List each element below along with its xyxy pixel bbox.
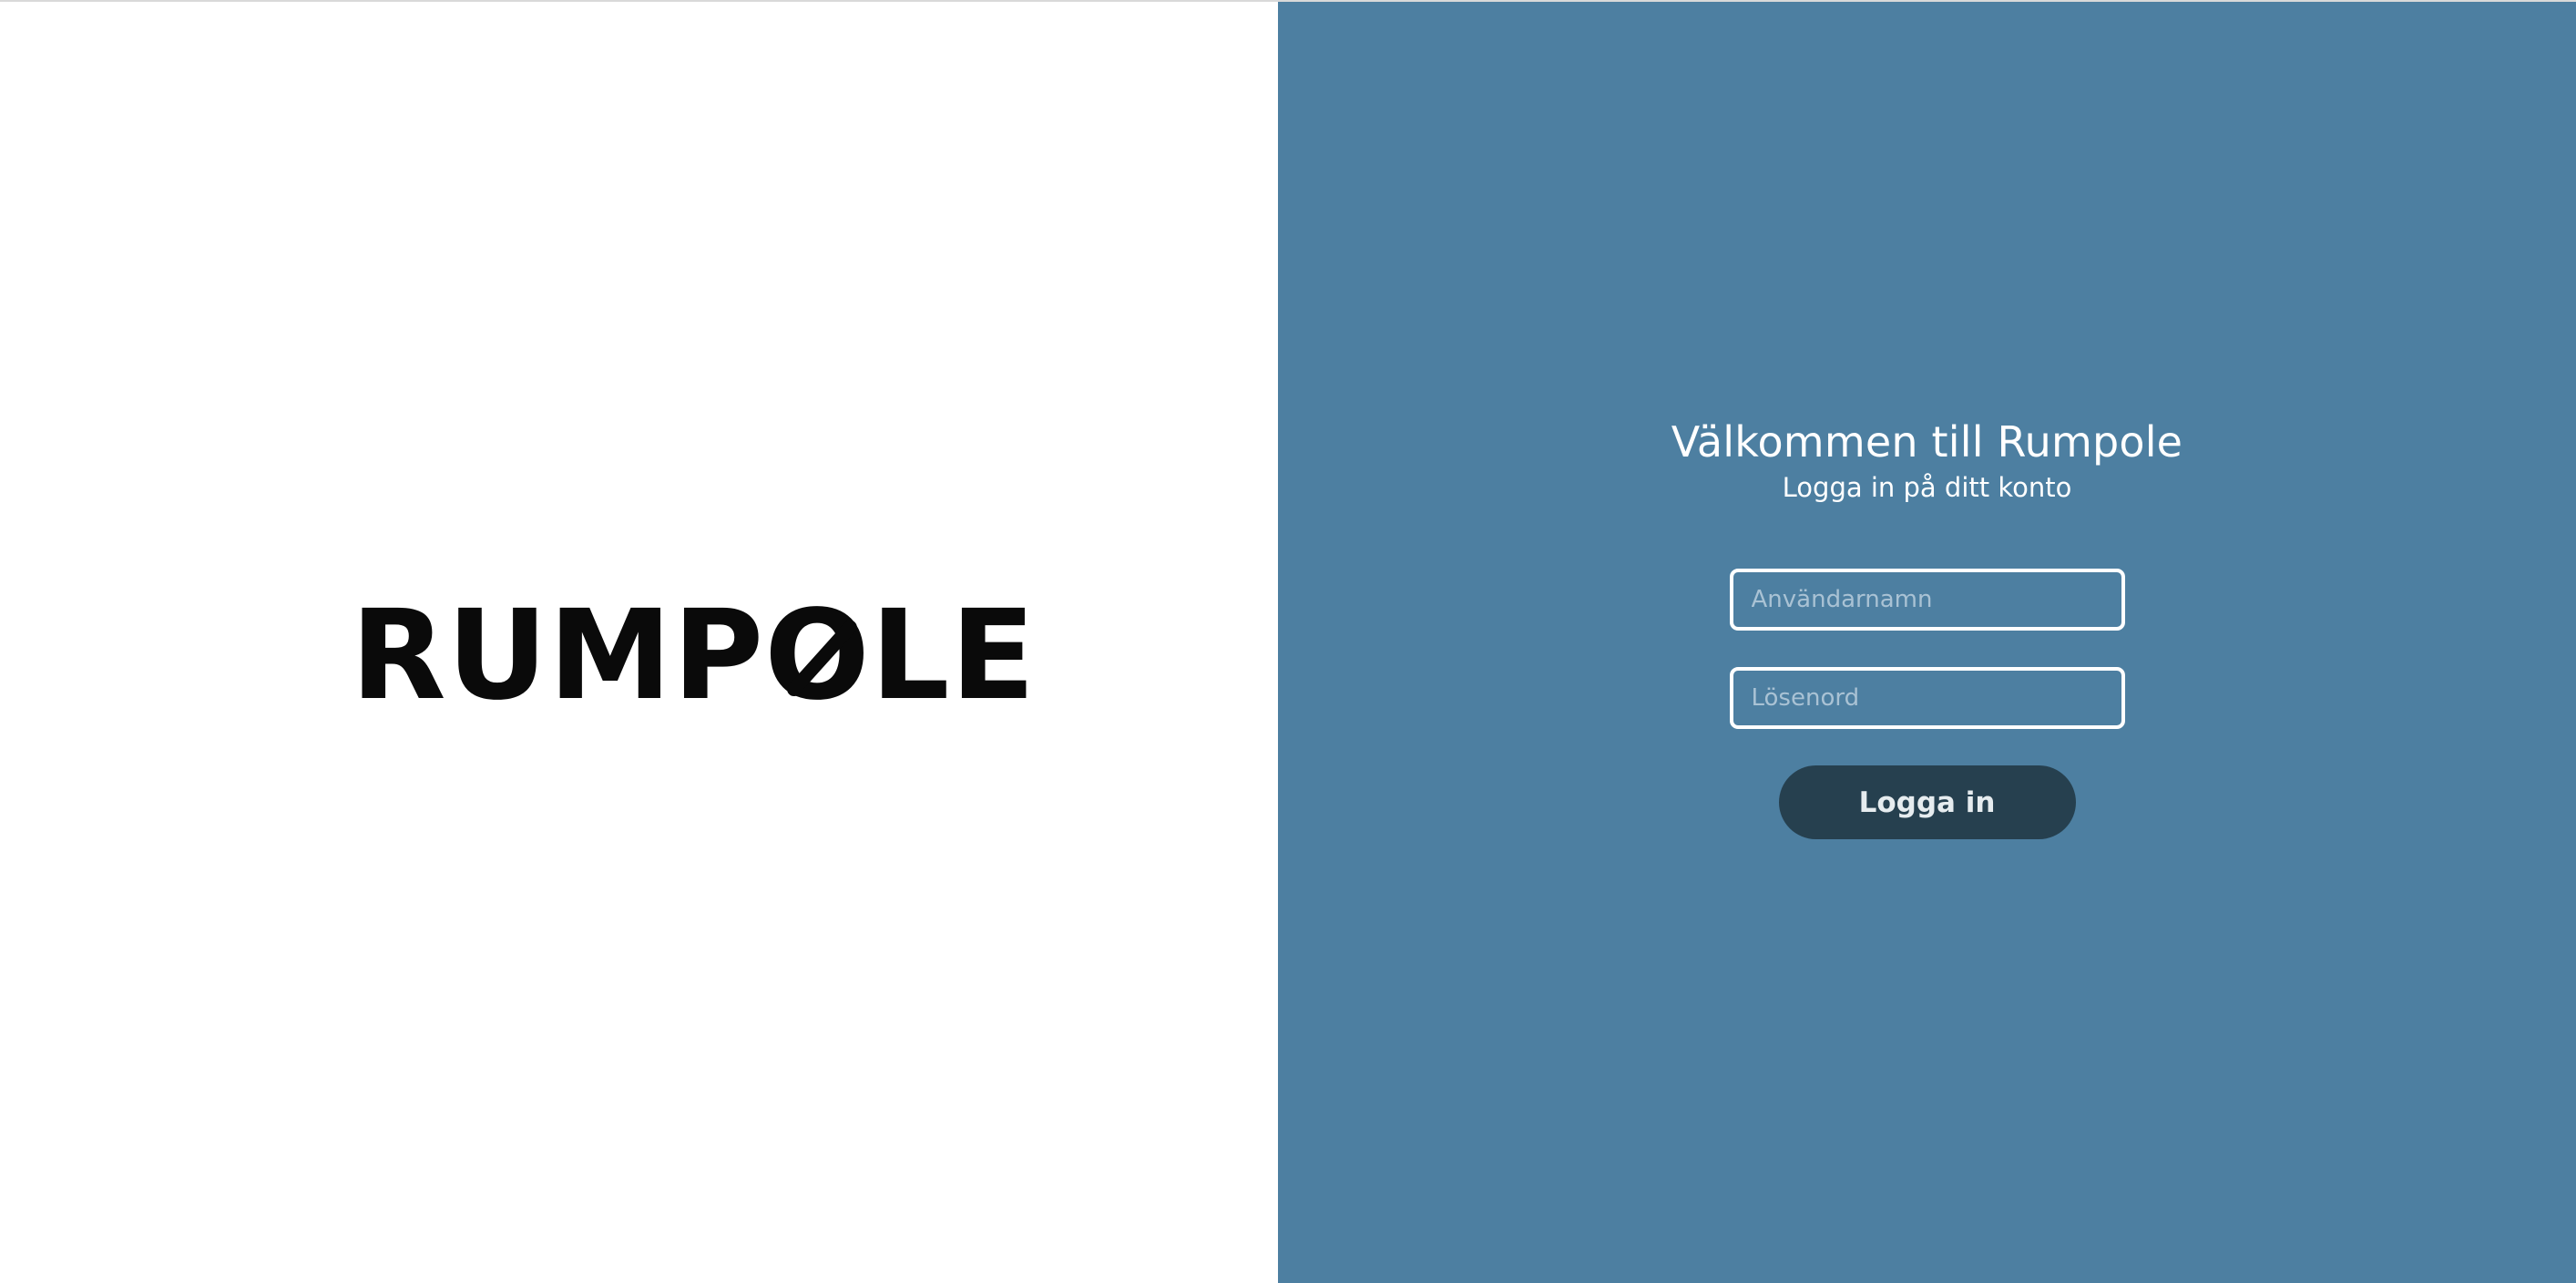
username-input[interactable] <box>1729 569 2125 631</box>
login-page: RUMPOLE Välkommen till Rumpole Logga in … <box>0 0 2576 1283</box>
welcome-title: Välkommen till Rumpole <box>1671 417 2183 467</box>
login-button[interactable]: Logga in <box>1778 765 2076 839</box>
login-panel: Välkommen till Rumpole Logga in på ditt … <box>1278 2 2576 1283</box>
password-input[interactable] <box>1729 667 2125 729</box>
logo-slashed-o: O <box>764 594 871 718</box>
brand-panel: RUMPOLE <box>0 2 1278 1283</box>
login-form: Välkommen till Rumpole Logga in på ditt … <box>1278 414 2576 839</box>
rumpole-logo: RUMPOLE <box>351 584 1037 728</box>
welcome-subtitle: Logga in på ditt konto <box>1782 472 2072 503</box>
